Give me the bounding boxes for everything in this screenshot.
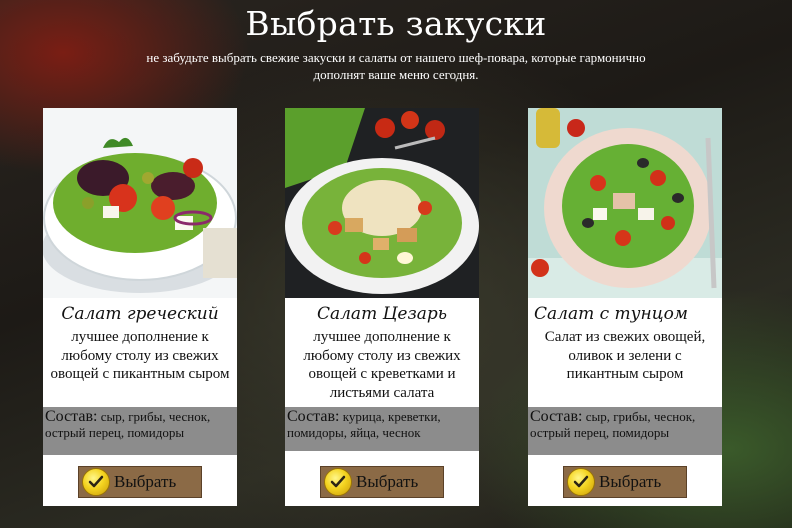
salad-description: Салат из свежих овощей, оливок и зелени … bbox=[544, 329, 706, 382]
composition-box: Состав: сыр, грибы, чеснок, острый перец… bbox=[43, 407, 237, 455]
composition-box: Состав: курица, креветки, помидоры, яйца… bbox=[285, 407, 479, 451]
page-title: Выбрать закуски bbox=[245, 4, 547, 43]
select-button[interactable]: Выбрать bbox=[320, 466, 444, 498]
salad-photo-greek bbox=[43, 108, 237, 298]
salad-photo-caesar bbox=[285, 108, 479, 298]
composition-label: Состав: bbox=[287, 408, 340, 425]
composition-label: Состав: bbox=[530, 408, 583, 425]
salad-card-tuna: Салат с тунцом Салат из свежих овощей, о… bbox=[528, 108, 722, 506]
salad-description: лучшее дополнение к любому столу из свеж… bbox=[50, 329, 230, 382]
select-button-label: Выбрать bbox=[356, 472, 419, 491]
salad-name: Салат греческий bbox=[61, 304, 219, 324]
salad-description: лучшее дополнение к любому столу из свеж… bbox=[303, 329, 461, 401]
check-icon bbox=[567, 468, 595, 496]
page-header: Выбрать закуски не забудьте выбрать свеж… bbox=[0, 0, 792, 83]
salad-name: Салат Цезарь bbox=[316, 304, 448, 324]
select-button[interactable]: Выбрать bbox=[78, 466, 202, 498]
select-button-label: Выбрать bbox=[114, 472, 177, 491]
composition-box: Состав: сыр, грибы, чеснок, острый перец… bbox=[528, 407, 722, 455]
composition-label: Состав: bbox=[45, 408, 98, 425]
salad-card-greek: Салат греческий лучшее дополнение к любо… bbox=[43, 108, 237, 506]
salad-card-caesar: Салат Цезарь лучшее дополнение к любому … bbox=[285, 108, 479, 506]
select-button-label: Выбрать bbox=[599, 472, 662, 491]
check-icon bbox=[82, 468, 110, 496]
salad-name: Салат с тунцом bbox=[534, 304, 688, 324]
salad-photo-tuna bbox=[528, 108, 722, 298]
check-icon bbox=[324, 468, 352, 496]
select-button[interactable]: Выбрать bbox=[563, 466, 687, 498]
page-subtitle: не забудьте выбрать свежие закуски и сал… bbox=[146, 50, 646, 82]
